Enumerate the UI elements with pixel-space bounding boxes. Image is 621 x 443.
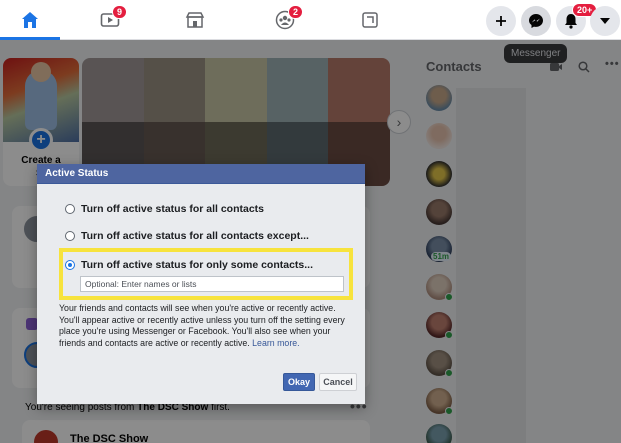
- selected-option-highlight: [59, 248, 353, 300]
- description-text: Your friends and contacts will see when …: [59, 303, 345, 348]
- active-status-dialog: Active Status Turn off active status for…: [37, 164, 365, 404]
- messenger-icon: [529, 14, 543, 28]
- create-button[interactable]: [486, 6, 516, 36]
- top-navigation: 9 2 20+: [0, 0, 621, 40]
- learn-more-link[interactable]: Learn more.: [252, 338, 299, 348]
- nav-tab-gaming[interactable]: [340, 0, 400, 40]
- gaming-icon: [362, 12, 378, 28]
- option-label: Turn off active status for all contacts …: [81, 230, 309, 242]
- cancel-button[interactable]: Cancel: [319, 373, 357, 391]
- nav-tab-marketplace[interactable]: [165, 0, 225, 40]
- home-icon: [22, 12, 38, 28]
- groups-badge: 2: [288, 5, 304, 19]
- active-status-description: Your friends and contacts will see when …: [59, 303, 355, 349]
- radio-some-contacts[interactable]: [65, 260, 75, 270]
- option-label: Turn off active status for all contacts: [81, 203, 265, 215]
- dialog-title: Active Status: [37, 164, 365, 184]
- watch-badge: 9: [112, 5, 128, 19]
- nav-tab-watch[interactable]: 9: [80, 0, 140, 40]
- okay-button[interactable]: Okay: [283, 373, 315, 391]
- option-label: Turn off active status for only some con…: [81, 259, 314, 271]
- messenger-button[interactable]: [521, 6, 551, 36]
- names-or-lists-input[interactable]: [80, 276, 344, 292]
- store-icon: [185, 12, 205, 28]
- caret-down-icon: [600, 18, 610, 24]
- radio-all-except[interactable]: [65, 231, 75, 241]
- account-menu-button[interactable]: [590, 6, 620, 36]
- option-all-contacts[interactable]: Turn off active status for all contacts: [65, 203, 264, 215]
- plus-icon: [496, 16, 506, 26]
- option-some-contacts[interactable]: Turn off active status for only some con…: [65, 259, 313, 271]
- nav-tab-groups[interactable]: 2: [255, 0, 315, 40]
- notifications-button[interactable]: 20+: [556, 3, 598, 36]
- nav-tab-home[interactable]: [0, 0, 60, 40]
- option-all-except[interactable]: Turn off active status for all contacts …: [65, 230, 309, 242]
- radio-all-contacts[interactable]: [65, 204, 75, 214]
